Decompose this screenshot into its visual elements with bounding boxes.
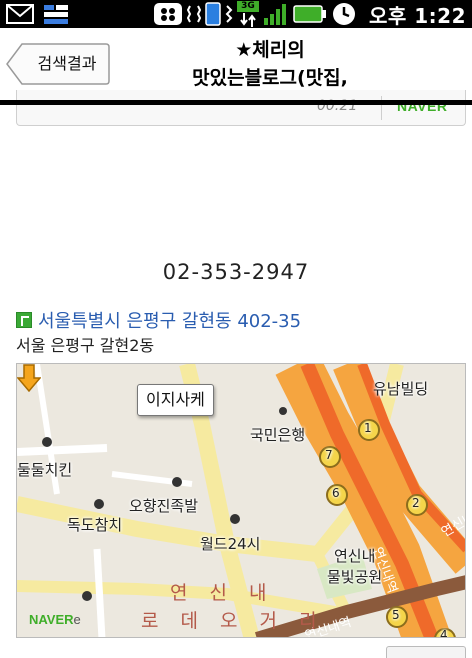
address-link[interactable]: 서울특별시 은평구 갈현동 402-35 bbox=[38, 307, 301, 333]
map-label-world24: 월드24시 bbox=[200, 535, 261, 553]
back-button-label: 검색결과 bbox=[37, 54, 97, 73]
usb-storage-icon bbox=[44, 5, 68, 24]
map-logo-suffix: e bbox=[73, 612, 81, 627]
vibrate-right-icon bbox=[225, 5, 233, 23]
map-label-park-1: 연신내 bbox=[334, 547, 376, 565]
map-label-kookmin: 국민은행 bbox=[250, 426, 306, 444]
map-pin-icon bbox=[16, 312, 32, 328]
map-logo-text: NAVER bbox=[29, 612, 74, 627]
map-label-park-2: 물빛공원 bbox=[327, 568, 383, 586]
subway-exit-1: 1 bbox=[364, 421, 372, 435]
phone-icon bbox=[205, 2, 221, 26]
map-label-ohyang: 오향진족발 bbox=[129, 497, 199, 515]
subway-exit-2: 2 bbox=[412, 496, 420, 510]
map-naver-logo: NAVERe bbox=[29, 612, 81, 627]
map-action-button[interactable] bbox=[386, 646, 466, 658]
map-district-line1: 연 신 내 bbox=[170, 582, 275, 604]
page-title-line2: 맛있는블로그(맛집, bbox=[192, 67, 348, 89]
subway-exit-6: 6 bbox=[332, 486, 340, 500]
map-label-dokdo: 독도참치 bbox=[67, 516, 123, 534]
bbm-icon bbox=[153, 3, 182, 25]
status-time: 오후 1:22 bbox=[368, 3, 466, 28]
network-3g-icon: 3G bbox=[236, 1, 259, 27]
subway-exit-5: 5 bbox=[392, 608, 400, 622]
map-label-yunam: 유남빌딩 bbox=[373, 380, 429, 398]
status-bar: 3G 오후 1:22 bbox=[0, 0, 472, 28]
map-marker-label[interactable]: 이지사케 bbox=[137, 384, 214, 416]
title-bar-divider bbox=[0, 100, 472, 105]
location-marker-icon bbox=[17, 364, 41, 392]
media-card: 00:21 NAVER bbox=[16, 90, 466, 126]
signal-icon bbox=[263, 4, 286, 25]
page-title: ★체리의 맛있는블로그(맛집, bbox=[120, 36, 420, 92]
back-button[interactable]: 검색결과 bbox=[6, 43, 110, 85]
network-badge: 3G bbox=[236, 1, 259, 12]
map-label-chicken: 둘둘치킨 bbox=[17, 461, 73, 479]
battery-icon bbox=[293, 5, 326, 23]
vibrate-icon bbox=[186, 5, 201, 23]
subway-exit-7: 7 bbox=[325, 448, 333, 462]
address-secondary: 서울 은평구 갈현2동 bbox=[16, 336, 155, 355]
mail-icon bbox=[6, 4, 34, 24]
phone-number[interactable]: 02-353-2947 bbox=[0, 260, 472, 284]
subway-exit-4: 4 bbox=[440, 628, 448, 638]
map-district-line2: 로 데 오 거 리 bbox=[141, 610, 325, 632]
page-title-line1: ★체리의 bbox=[235, 39, 305, 61]
map-view[interactable]: 1 7 6 2 5 4 유남빌딩 국민은행 둘둘치킨 오향진족발 독도참치 월드… bbox=[16, 363, 466, 638]
address-row[interactable]: 서울특별시 은평구 갈현동 402-35 bbox=[16, 307, 301, 333]
alarm-clock-icon bbox=[332, 3, 355, 25]
